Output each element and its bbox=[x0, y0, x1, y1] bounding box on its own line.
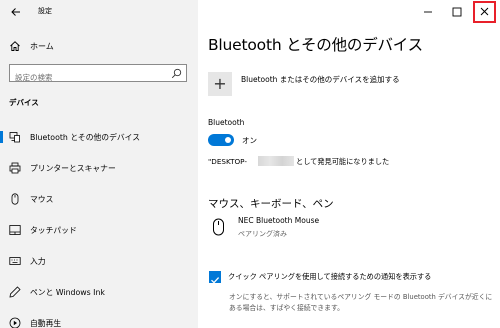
close-icon bbox=[480, 7, 489, 16]
device-status: ペアリング済み bbox=[238, 230, 287, 238]
mouse-keyboard-pen-heading: マウス、キーボード、ペン bbox=[208, 198, 334, 210]
sidebar-item-touchpad[interactable]: タッチパッド bbox=[0, 214, 198, 245]
discoverable-text-suffix: として発見可能になりました bbox=[296, 157, 390, 166]
search-input[interactable] bbox=[10, 69, 160, 86]
sidebar-item-autoplay[interactable]: 自動再生 bbox=[0, 307, 198, 328]
sidebar-item-label: プリンターとスキャナー bbox=[30, 164, 116, 173]
sidebar-item-pen[interactable]: ペンと Windows Ink bbox=[0, 276, 198, 307]
swift-pair-option: クイック ペアリングを使用して接続するための通知を表示する bbox=[208, 271, 498, 285]
maximize-button[interactable] bbox=[445, 0, 469, 24]
mouse-icon bbox=[11, 193, 19, 205]
device-item[interactable]: NEC Bluetooth Mouse ペアリング済み bbox=[208, 216, 488, 242]
bluetooth-heading: Bluetooth bbox=[208, 118, 245, 127]
keyboard-icon bbox=[9, 257, 21, 265]
plus-icon: + bbox=[213, 74, 227, 93]
sidebar-item-label: 入力 bbox=[30, 257, 46, 266]
add-device-button[interactable]: + bbox=[208, 72, 232, 96]
sidebar-item-label: ペンと Windows Ink bbox=[30, 288, 105, 297]
sidebar-item-printers[interactable]: プリンターとスキャナー bbox=[0, 152, 198, 183]
autoplay-icon bbox=[9, 317, 21, 328]
home-label: ホーム bbox=[30, 42, 54, 51]
sidebar-item-home[interactable]: ホーム bbox=[0, 36, 198, 56]
touchpad-icon bbox=[9, 225, 21, 235]
swift-pair-label: クイック ペアリングを使用して接続するための通知を表示する bbox=[228, 272, 432, 281]
window-title: 設定 bbox=[38, 7, 52, 15]
add-device-label[interactable]: Bluetooth またはその他のデバイスを追加する bbox=[241, 74, 400, 85]
checkmark-icon bbox=[211, 277, 220, 284]
sidebar-item-bluetooth[interactable]: Bluetooth とその他のデバイス bbox=[0, 121, 198, 152]
maximize-icon bbox=[452, 7, 462, 17]
back-arrow-icon bbox=[11, 8, 20, 16]
sidebar-item-label: マウス bbox=[30, 195, 54, 204]
selection-indicator bbox=[0, 131, 3, 143]
bluetooth-toggle[interactable] bbox=[208, 134, 234, 146]
main-content: Bluetooth とその他のデバイス + Bluetooth またはその他のデ… bbox=[198, 0, 500, 328]
sidebar-item-label: タッチパッド bbox=[30, 226, 77, 235]
toggle-state-label: オン bbox=[242, 136, 257, 145]
redacted-device-name bbox=[258, 156, 294, 166]
swift-pair-description: オンにすると、サポートされているペアリング モードの Bluetooth デバイ… bbox=[229, 293, 493, 312]
back-button[interactable] bbox=[6, 3, 26, 21]
titlebar-left: 設定 bbox=[0, 0, 198, 24]
minimize-icon bbox=[424, 11, 432, 13]
device-name: NEC Bluetooth Mouse bbox=[238, 216, 320, 225]
home-icon bbox=[10, 41, 20, 51]
sidebar-item-mouse[interactable]: マウス bbox=[0, 183, 198, 214]
mouse-icon bbox=[213, 218, 224, 236]
search-box[interactable] bbox=[9, 64, 187, 86]
sidebar-item-typing[interactable]: 入力 bbox=[0, 245, 198, 276]
sidebar: 設定 ホーム デバイス Bluetooth とその他のデバイス bbox=[0, 0, 198, 328]
sidebar-item-label: Bluetooth とその他のデバイス bbox=[30, 133, 141, 142]
sidebar-nav: Bluetooth とその他のデバイス プリンターとスキャナー マウス タッチパ… bbox=[0, 121, 198, 328]
printer-icon bbox=[9, 162, 21, 174]
page-title: Bluetooth とその他のデバイス bbox=[208, 36, 423, 54]
section-label-devices: デバイス bbox=[9, 98, 39, 107]
search-icon[interactable] bbox=[171, 68, 182, 79]
sidebar-item-label: 自動再生 bbox=[30, 319, 62, 328]
bluetooth-devices-icon bbox=[9, 132, 20, 143]
toggle-knob bbox=[225, 137, 231, 143]
swift-pair-checkbox[interactable] bbox=[209, 271, 221, 284]
discoverable-text-prefix: "DESKTOP- bbox=[208, 157, 247, 166]
pen-icon bbox=[9, 286, 21, 298]
minimize-button[interactable] bbox=[416, 0, 440, 24]
close-button[interactable] bbox=[473, 1, 496, 23]
